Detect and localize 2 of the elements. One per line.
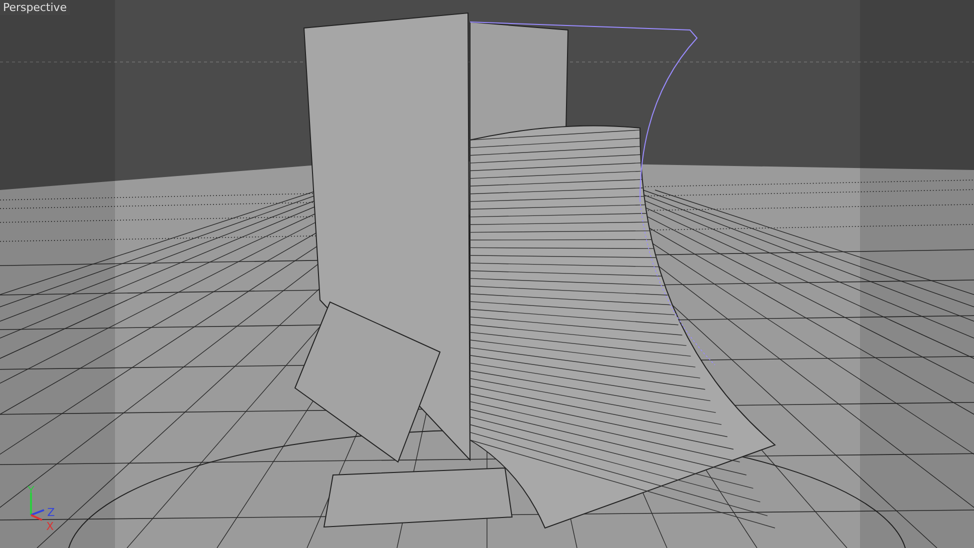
axis-label: Z [47, 506, 55, 519]
axis-label: X [46, 520, 54, 533]
